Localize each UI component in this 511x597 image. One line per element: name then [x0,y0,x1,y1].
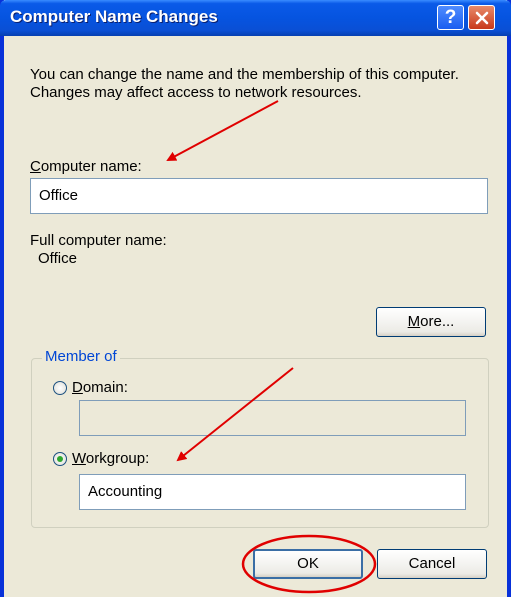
radio-selected-dot [57,456,63,462]
workgroup-radio[interactable] [53,452,67,466]
ok-button[interactable]: OK [253,549,363,579]
member-of-legend: Member of [42,348,120,365]
full-computer-name-value: Office [38,250,77,267]
help-button[interactable]: ? [437,5,464,30]
cancel-button[interactable]: Cancel [377,549,487,579]
computer-name-label: Computer name: [30,158,142,175]
help-glyph: ? [444,7,457,28]
description-text: You can change the name and the membersh… [30,66,459,101]
workgroup-input[interactable]: Accounting [79,474,466,510]
title-bar[interactable]: Computer Name Changes ? [0,0,511,36]
domain-label[interactable]: Domain: [72,379,128,396]
close-icon [475,11,489,25]
close-button[interactable] [468,5,495,30]
window-title: Computer Name Changes [10,7,218,26]
computer-name-input[interactable]: Office [30,178,488,214]
domain-input[interactable] [79,400,466,436]
domain-radio[interactable] [53,381,67,395]
full-computer-name-label: Full computer name: [30,232,167,249]
workgroup-label[interactable]: Workgroup: [72,450,149,467]
more-button[interactable]: More... [376,307,486,337]
